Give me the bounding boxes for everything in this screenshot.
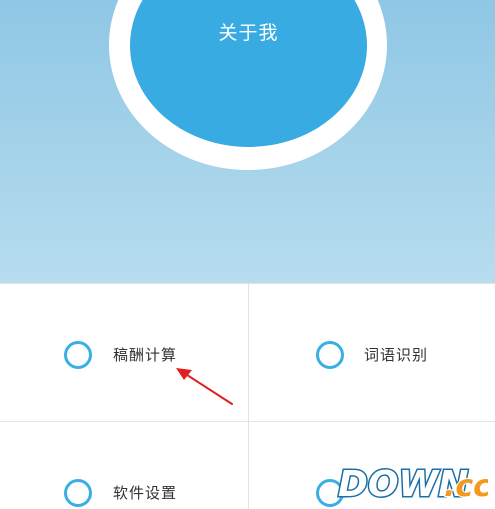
menu-item-hidden[interactable] [249,422,495,509]
menu-grid: 稿酬计算 词语识别 软件设置 [0,283,495,509]
red-arrow-annotation [176,368,233,405]
circle-outline-icon [64,341,92,369]
menu-item-software-settings[interactable]: 软件设置 [0,422,248,509]
menu-item-label: 词语识别 [364,346,429,364]
menu-item-label: 稿酬计算 [113,346,178,364]
about-me-label[interactable]: 关于我 [130,18,367,45]
menu-item-word-recognition[interactable]: 词语识别 [249,284,495,422]
menu-item-label: 软件设置 [113,484,178,502]
circle-outline-icon [316,341,344,369]
circle-outline-icon [64,479,92,507]
profile-header: 关于我 [0,0,495,283]
circle-outline-icon [316,479,344,507]
